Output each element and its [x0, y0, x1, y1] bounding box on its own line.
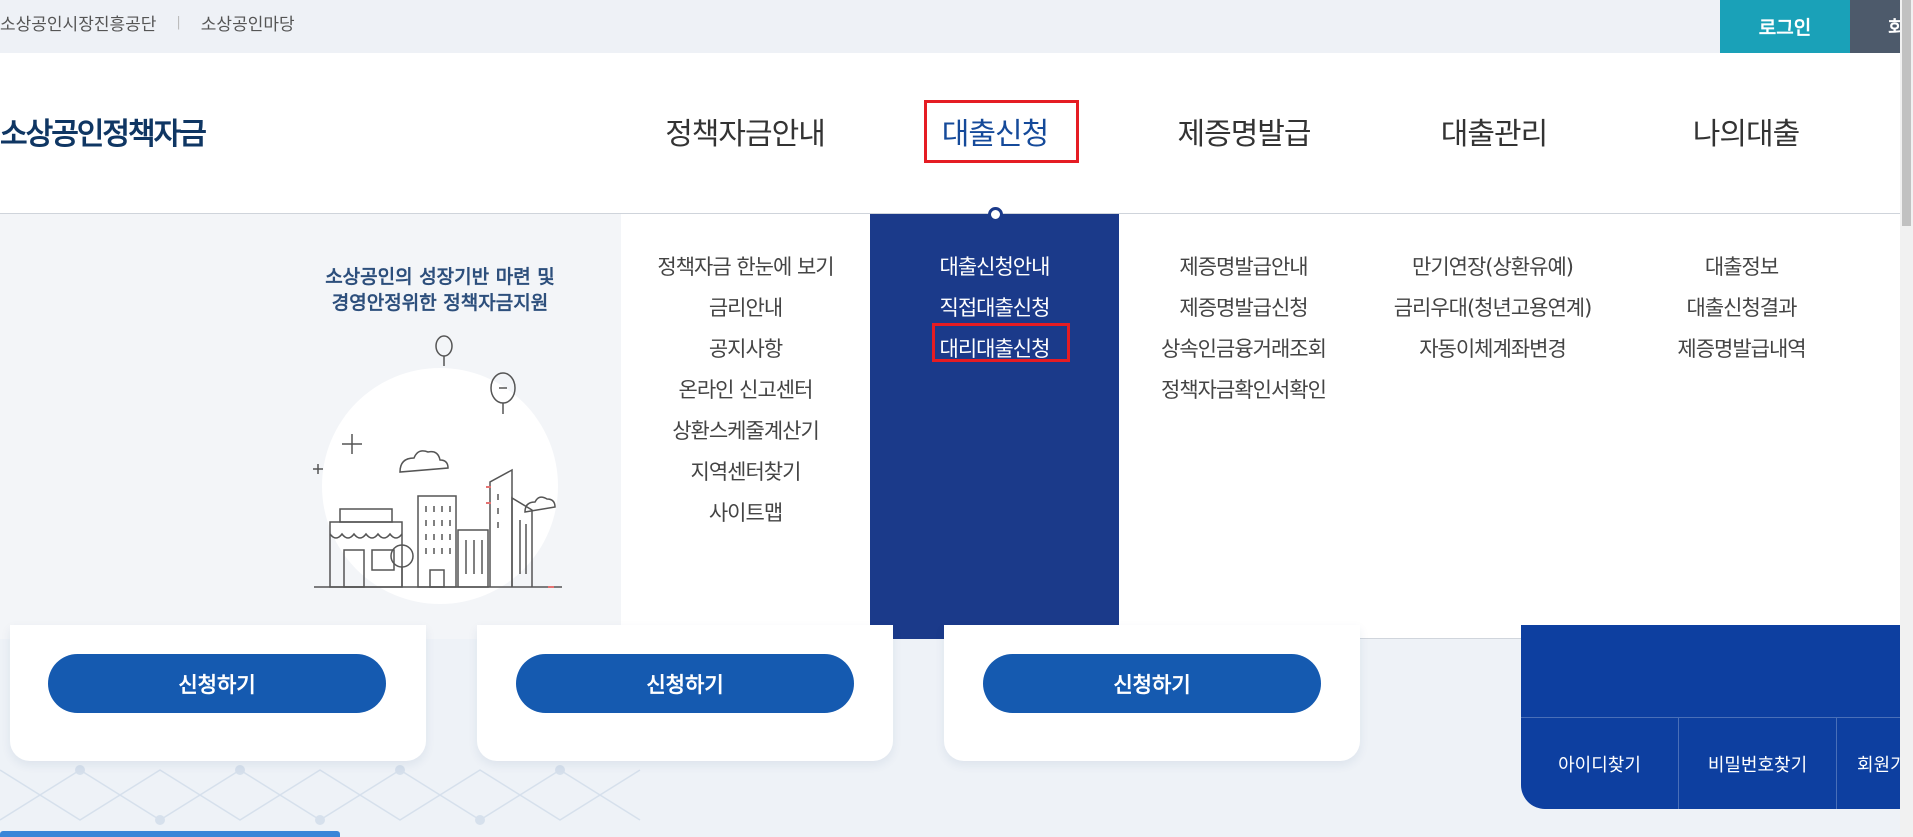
service-card-1: 신청하기 [10, 625, 426, 761]
mega-col-policy-fund: 정책자금 한눈에 보기 금리안내 공지사항 온라인 신고센터 상환스케줄계산기 … [621, 214, 870, 639]
submenu-loan-guide[interactable]: 대출신청안내 [870, 247, 1119, 288]
util-link-madang[interactable]: 소상공인마당 [201, 10, 295, 35]
mega-menu-promo: 소상공인의 성장기반 마련 및 경영안정위한 정책자금지원 [0, 214, 621, 639]
submenu-loan-info[interactable]: 대출정보 [1617, 247, 1866, 288]
service-card-3: 신청하기 [944, 625, 1360, 761]
submenu-cert-history[interactable]: 제증명발급내역 [1617, 329, 1866, 370]
gnb-item-policy-fund[interactable]: 정책자금안내 [665, 109, 826, 153]
submenu-interest-rate[interactable]: 금리안내 [621, 288, 870, 329]
join-button[interactable]: 회원가입 [1850, 0, 1900, 53]
mega-menu: 소상공인의 성장기반 마련 및 경영안정위한 정책자금지원 정책자금 한눈에 보… [0, 214, 1900, 639]
find-password-link[interactable]: 비밀번호찾기 [1679, 718, 1837, 809]
submenu-cert-guide[interactable]: 제증명발급안내 [1119, 247, 1368, 288]
mega-col-loan-apply: 대출신청안내 직접대출신청 대리대출신청 [870, 214, 1119, 639]
submenu-fund-overview[interactable]: 정책자금 한눈에 보기 [621, 247, 870, 288]
gnb-highlight-box [924, 100, 1079, 163]
gnb-item-my-loan[interactable]: 나의대출 [1693, 109, 1800, 153]
city-illustration [313, 335, 562, 604]
submenu-maturity-extension[interactable]: 만기연장(상환유예) [1368, 247, 1617, 288]
slogan-line-1: 소상공인의 성장기반 마련 및 [325, 266, 555, 288]
mega-col-certificate: 제증명발급안내 제증명발급신청 상속인금융거래조회 정책자금확인서확인 [1119, 214, 1368, 639]
bottom-accent-bar [0, 831, 340, 837]
panel-join-link[interactable]: 회원가입 [1837, 718, 1900, 809]
promo-slogan: 소상공인의 성장기반 마련 및 경영안정위한 정책자금지원 [300, 264, 580, 316]
page-scrollbar[interactable] [1900, 0, 1913, 837]
util-link-semas[interactable]: 소상공인시장진흥공단 [0, 10, 156, 35]
gnb-item-loan-manage[interactable]: 대출관리 [1441, 109, 1548, 153]
gnb-item-certificate[interactable]: 제증명발급 [1178, 109, 1312, 153]
site-logo[interactable]: 소상공인정책자금 [0, 109, 207, 153]
apply-button-3[interactable]: 신청하기 [983, 654, 1321, 713]
util-separator: | [176, 15, 181, 30]
utility-links: 소상공인시장진흥공단 | 소상공인마당 [0, 10, 295, 35]
submenu-rate-discount[interactable]: 금리우대(청년고용연계) [1368, 288, 1617, 329]
submenu-center-finder[interactable]: 지역센터찾기 [621, 452, 870, 493]
submenu-cert-apply[interactable]: 제증명발급신청 [1119, 288, 1368, 329]
submenu-notice[interactable]: 공지사항 [621, 329, 870, 370]
submenu-fund-confirm[interactable]: 정책자금확인서확인 [1119, 370, 1368, 411]
utility-bar: 소상공인시장진흥공단 | 소상공인마당 로그인 회원가입 [0, 0, 1913, 53]
login-button[interactable]: 로그인 [1720, 0, 1850, 53]
mega-col-loan-manage: 만기연장(상환유예) 금리우대(청년고용연계) 자동이체계좌변경 [1368, 214, 1617, 639]
submenu-highlight-box [932, 323, 1070, 362]
apply-button-2[interactable]: 신청하기 [516, 654, 854, 713]
find-id-link[interactable]: 아이디찾기 [1521, 718, 1679, 809]
login-panel: 아이디찾기 비밀번호찾기 회원가입 [1521, 625, 1900, 809]
login-panel-links: 아이디찾기 비밀번호찾기 회원가입 [1521, 718, 1900, 809]
gnb-active-indicator [988, 207, 1003, 222]
scrollbar-thumb[interactable] [1902, 0, 1911, 226]
slogan-line-2: 경영안정위한 정책자금지원 [331, 292, 549, 314]
apply-button-1[interactable]: 신청하기 [48, 654, 386, 713]
submenu-heir-inquiry[interactable]: 상속인금융거래조회 [1119, 329, 1368, 370]
mega-col-my-loan: 대출정보 대출신청결과 제증명발급내역 [1617, 214, 1866, 639]
submenu-autopay-change[interactable]: 자동이체계좌변경 [1368, 329, 1617, 370]
background-pattern [0, 765, 641, 825]
service-card-2: 신청하기 [477, 625, 893, 761]
submenu-apply-result[interactable]: 대출신청결과 [1617, 288, 1866, 329]
submenu-repay-calculator[interactable]: 상환스케줄계산기 [621, 411, 870, 452]
submenu-sitemap[interactable]: 사이트맵 [621, 493, 870, 534]
submenu-report-center[interactable]: 온라인 신고센터 [621, 370, 870, 411]
